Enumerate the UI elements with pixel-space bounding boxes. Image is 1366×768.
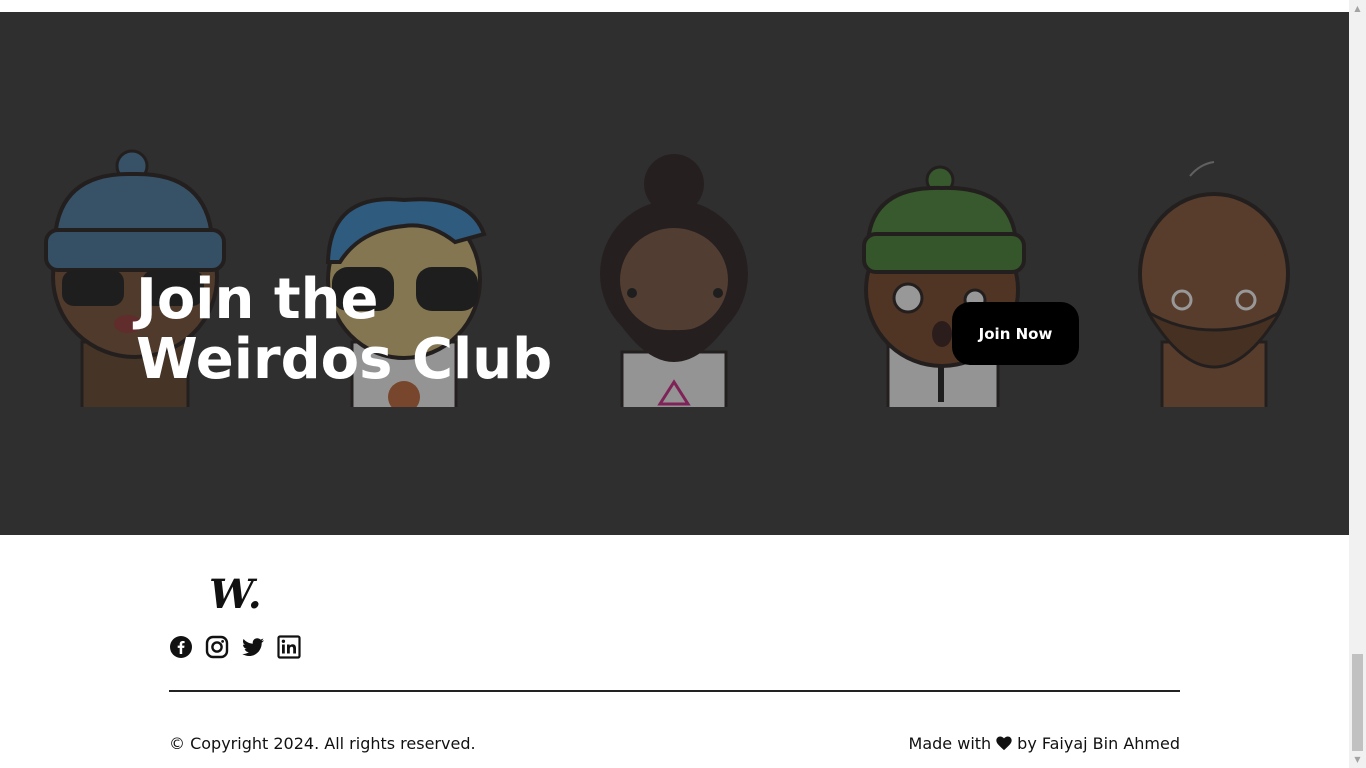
weirdo-character-3: [600, 154, 748, 407]
made-with-author: by Faiyaj Bin Ahmed: [1017, 734, 1180, 753]
facebook-icon[interactable]: [169, 635, 193, 659]
weirdo-character-5: [1138, 161, 1290, 407]
join-now-button[interactable]: Join Now: [952, 302, 1079, 365]
page-top-strip: [0, 0, 1349, 12]
scrollbar-thumb[interactable]: [1352, 654, 1363, 751]
made-with-prefix: Made with: [908, 734, 992, 753]
scroll-down-arrow-icon[interactable]: ▼: [1349, 751, 1366, 768]
footer-logo[interactable]: W.: [209, 573, 262, 617]
footer-divider: [169, 690, 1180, 692]
heart-icon: [996, 736, 1012, 751]
site-footer: W. © Copyright 2024. All rights reserved…: [0, 535, 1349, 768]
social-links: [169, 635, 301, 659]
join-club-section: Join the Weirdos Club Join Now: [0, 12, 1349, 535]
instagram-icon[interactable]: [205, 635, 229, 659]
weirdo-character-4: [862, 165, 1026, 407]
hero-title-line-2: Weirdos Club: [136, 327, 553, 392]
linkedin-icon[interactable]: [277, 635, 301, 659]
made-with-credit: Made with by Faiyaj Bin Ahmed: [909, 734, 1180, 753]
copyright-text: © Copyright 2024. All rights reserved.: [169, 734, 476, 753]
hero-title: Join the Weirdos Club: [136, 270, 616, 390]
twitter-icon[interactable]: [241, 635, 265, 659]
hero-title-line-1: Join the: [136, 267, 379, 332]
scroll-up-arrow-icon[interactable]: ▲: [1349, 0, 1366, 17]
page-scrollbar[interactable]: ▲ ▼: [1349, 0, 1366, 768]
